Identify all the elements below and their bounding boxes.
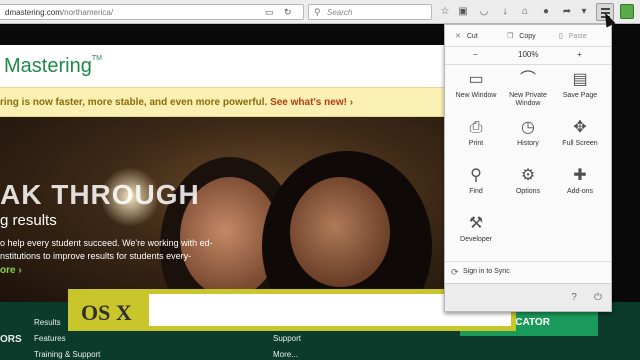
menu-item-developer[interactable]: ⚒ Developer [450,215,502,263]
menu-item-options[interactable]: ⚙ Options [502,167,554,215]
cut-button[interactable]: ✕ Cut [455,32,478,40]
url-host: dmastering.com [5,8,62,17]
zoom-reset-button[interactable]: 100% [518,50,538,59]
copy-button[interactable]: ❐ Copy [507,32,536,40]
browser-toolbar: dmastering.com/northamerica/ ▭ ↻ ⚲ Searc… [0,0,640,24]
menu-item-print[interactable]: ⎙ Print [450,119,502,167]
reader-icon[interactable]: ▭ [265,7,274,18]
wrench-icon: ⚒ [468,215,484,232]
url-path: /northamerica/ [61,8,114,17]
search-icon: ⚲ [314,7,321,17]
learn-more-link[interactable]: ore › [0,265,22,276]
extension-icon[interactable] [620,4,634,19]
menu-item-label: New Window [455,92,497,99]
menu-item-new-window[interactable]: ▭ New Window [450,71,502,119]
share-icon[interactable]: ➦ [560,5,574,19]
clock-icon: ◷ [521,119,535,136]
site-logo[interactable]: MasteringTM [4,55,102,78]
sync-label: Sign in to Sync [463,268,510,275]
footer-link-training[interactable]: Training & Support [34,350,100,359]
copy-label: Copy [519,33,536,40]
hero-title: AK THROUGH [0,179,200,210]
scissors-icon: ✕ [455,33,461,40]
clipboard-icon: ▯ [559,33,563,40]
menu-item-label: Full Screen [562,140,598,147]
puzzle-icon: ✚ [573,167,587,184]
quit-icon[interactable]: ⏻ [591,291,605,305]
menu-item-full-screen[interactable]: ✥ Full Screen [554,119,606,167]
url-bar[interactable]: dmastering.com/northamerica/ ▭ ↻ [0,4,304,20]
chat-icon[interactable]: ● [539,5,553,19]
sync-button[interactable]: ⟳ Sign in to Sync [445,261,611,283]
help-icon[interactable]: ? [567,291,581,305]
footer-link-support[interactable]: Support [273,334,301,343]
printer-icon: ⎙ [469,119,483,136]
menu-item-label: History [517,140,539,147]
footer-link-features[interactable]: Features [34,334,66,343]
browser-menu-panel: ✕ Cut ❐ Copy ▯ Paste − 100% + ▭ New Window ⌒ N… [444,24,612,312]
hero-subtitle: g results [0,212,57,229]
menu-item-label: Find [469,188,483,195]
menu-item-find[interactable]: ⚲ Find [450,167,502,215]
hero-text-line-1: o help every student succeed. We're work… [0,238,213,248]
edit-controls: ✕ Cut ❐ Copy ▯ Paste [445,25,611,47]
zoom-out-button[interactable]: − [473,50,478,59]
gear-icon: ⚙ [520,167,536,184]
footer-link-results[interactable]: Results [34,318,61,327]
menu-item-label: Options [515,188,541,195]
os-label: OS X [81,300,132,325]
sync-icon: ⟳ [451,267,459,277]
logo-trademark: TM [91,55,102,62]
menu-item-label: Developer [460,236,492,243]
magnifier-icon: ⚲ [470,167,482,184]
menu-item-new-private-window[interactable]: ⌒ New Private Window [502,71,554,119]
search-input[interactable]: ⚲ Search [308,4,432,20]
zoom-controls: − 100% + [445,47,611,65]
paste-label: Paste [568,33,587,40]
banner-text: ring is now faster, more stable, and eve… [0,97,268,108]
footer-heading: ORS [0,334,22,345]
logo-text: Mastering [4,55,92,77]
window-icon: ▭ [468,71,484,88]
bookmark-star-icon[interactable]: ☆ [438,5,452,19]
pocket-icon[interactable]: ◡ [477,5,491,19]
fullscreen-icon: ✥ [573,119,587,136]
menu-item-label: Save Page [562,92,598,99]
menu-item-add-ons[interactable]: ✚ Add-ons [554,167,606,215]
reload-icon[interactable]: ↻ [284,7,292,18]
copy-icon: ❐ [507,33,514,40]
hero-section: AK THROUGH g results o help every studen… [0,117,445,302]
hero-photo-face-2 [290,177,390,287]
menu-item-label: Print [468,140,484,147]
hero-text-line-2: nstitutions to improve results for stude… [0,251,192,261]
chevron-down-icon[interactable]: ▾ [577,5,591,19]
menu-footer: ? ⏻ [445,283,611,311]
banner-link[interactable]: See what's new! › [270,97,353,108]
home-icon[interactable]: ⌂ [518,5,532,19]
menu-item-label: Add-ons [566,188,594,195]
search-placeholder: Search [327,8,353,17]
menu-item-save-page[interactable]: ▤ Save Page [554,71,606,119]
menu-item-label: New Private Window [509,92,547,107]
menu-item-history[interactable]: ◷ History [502,119,554,167]
page-icon: ▤ [572,71,588,88]
footer-link-more[interactable]: More... [273,350,298,359]
zoom-in-button[interactable]: + [577,50,582,59]
mask-icon: ⌒ [519,71,536,88]
paste-button[interactable]: ▯ Paste [559,32,587,40]
reading-list-icon[interactable]: ▣ [456,5,470,19]
cut-label: Cut [466,33,478,40]
site-header: MasteringTM [0,45,445,87]
downloads-icon[interactable]: ↓ [498,5,512,19]
announcement-banner: ring is now faster, more stable, and eve… [0,87,445,117]
